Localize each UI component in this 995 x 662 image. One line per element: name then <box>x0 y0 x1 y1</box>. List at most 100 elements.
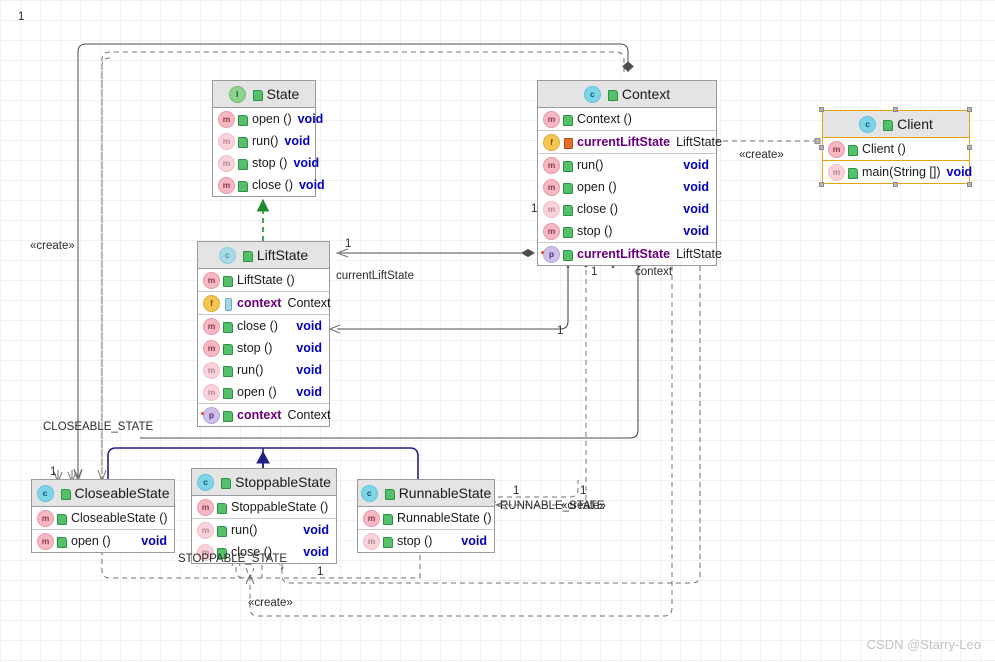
method-icon: m <box>203 271 220 289</box>
member-row[interactable]: m run() void <box>213 130 315 152</box>
public-visibility-icon <box>563 203 573 216</box>
member-return-type: void <box>296 319 322 333</box>
member-row[interactable]: p currentLiftState LiftState <box>538 243 722 265</box>
method-icon: m <box>363 509 380 527</box>
member-row[interactable]: m StoppableState () <box>192 496 336 518</box>
class-box-client[interactable]: c Client m Client () m main(String []) v… <box>822 110 972 184</box>
member-row[interactable]: m open () void <box>538 176 716 198</box>
member-row[interactable]: m RunnableState () <box>358 507 494 529</box>
class-methods-closeablestate: m open () void <box>32 529 174 552</box>
member-row[interactable]: m open () void <box>198 381 329 403</box>
member-row[interactable]: m stop () void <box>213 152 319 174</box>
member-row[interactable]: m close () void <box>538 198 716 220</box>
class-box-context[interactable]: c Context m Context () f currentLiftStat… <box>537 80 722 266</box>
selection-handle-e[interactable] <box>967 145 972 150</box>
selection-handle-nw[interactable] <box>819 107 824 112</box>
method-icon: m <box>197 521 214 539</box>
property-name: currentLiftState <box>577 247 671 261</box>
field-name: context <box>237 296 282 310</box>
member-row[interactable]: m open () void <box>32 530 174 552</box>
public-visibility-icon <box>223 364 233 377</box>
member-name: stop () <box>237 341 273 355</box>
member-name: RunnableState () <box>397 511 492 525</box>
member-name: StoppableState () <box>231 500 329 514</box>
selection-handle-s[interactable] <box>893 182 898 187</box>
member-return-type: void <box>296 341 322 355</box>
member-row[interactable]: m CloseableState () <box>32 507 174 529</box>
class-icon: c <box>360 484 378 502</box>
member-row[interactable]: f currentLiftState LiftState <box>538 131 722 153</box>
member-row[interactable]: m close () void <box>198 315 329 337</box>
class-methods-context: m run() void m open () void m close () v… <box>538 153 716 242</box>
class-icon: c <box>36 484 54 502</box>
selection-handle-sw[interactable] <box>819 182 824 187</box>
class-header-stoppablestate: c StoppableState <box>192 469 336 496</box>
uml-diagram-canvas[interactable]: I State m open () void m run() void m st… <box>0 0 995 662</box>
public-visibility-icon <box>217 524 227 537</box>
class-properties-context: p currentLiftState LiftState <box>538 242 722 265</box>
method-icon: m <box>218 110 235 128</box>
member-row[interactable]: m stop () void <box>538 220 716 242</box>
member-row[interactable]: m main(String []) void <box>823 161 972 183</box>
public-visibility-icon <box>883 118 894 131</box>
member-return-type: void <box>683 180 709 194</box>
class-title-client: Client <box>897 116 933 132</box>
public-visibility-icon <box>848 166 858 179</box>
edge-label-current-lift-state: currentLiftState <box>336 270 414 282</box>
class-box-stoppablestate[interactable]: c StoppableState m StoppableState () m r… <box>191 468 337 564</box>
class-title-runnablestate: RunnableState <box>398 485 492 501</box>
public-visibility-icon <box>563 248 573 261</box>
class-box-runnablestate[interactable]: c RunnableState m RunnableState () m sto… <box>357 479 495 553</box>
member-row[interactable]: m LiftState () <box>198 269 329 291</box>
edge-context-diamond-top <box>622 61 634 72</box>
member-return-type: void <box>683 224 709 238</box>
selection-handle-ne[interactable] <box>967 107 972 112</box>
member-row[interactable]: m run() void <box>192 519 336 541</box>
public-visibility-icon <box>223 320 233 333</box>
class-title-context: Context <box>621 86 671 102</box>
method-icon: m <box>203 383 220 401</box>
member-return-type: void <box>293 156 320 170</box>
member-row[interactable]: m run() void <box>538 154 716 176</box>
class-box-liftstate[interactable]: c LiftState m LiftState () f context Con… <box>197 241 331 427</box>
edge-label-create-runnable: «create» <box>561 500 606 512</box>
member-row[interactable]: m stop () void <box>358 530 494 552</box>
member-name: close () <box>237 319 278 333</box>
field-name: currentLiftState <box>577 135 671 149</box>
member-row[interactable]: m close () void <box>213 174 325 196</box>
public-visibility-icon <box>217 501 227 514</box>
method-icon: m <box>218 132 235 150</box>
member-name: Context () <box>577 112 632 126</box>
public-visibility-icon <box>60 487 71 500</box>
field-icon: f <box>203 294 220 312</box>
member-row[interactable]: m open () void <box>213 108 323 130</box>
property-icon: p <box>541 245 560 263</box>
edge-runnablestate-assoc <box>494 268 587 510</box>
selection-handle-se[interactable] <box>967 182 972 187</box>
class-title-liftstate: LiftState <box>256 247 309 263</box>
public-visibility-icon <box>383 535 393 548</box>
selection-handle-n[interactable] <box>893 107 898 112</box>
public-visibility-icon <box>563 113 573 126</box>
class-header-liftstate: c LiftState <box>198 242 329 269</box>
method-icon: m <box>543 110 560 128</box>
member-row[interactable]: m Client () <box>823 138 969 160</box>
public-visibility-icon <box>57 512 67 525</box>
member-row[interactable]: m Context () <box>538 108 716 130</box>
class-box-closeablestate[interactable]: c CloseableState m CloseableState () m o… <box>31 479 175 553</box>
class-header-state: I State <box>213 81 315 108</box>
member-name: run() <box>577 158 604 172</box>
member-row[interactable]: m run() void <box>198 359 329 381</box>
member-row[interactable]: p context Context <box>198 404 331 426</box>
public-visibility-icon <box>223 409 233 422</box>
member-row[interactable]: f context Context <box>198 292 331 314</box>
class-box-state[interactable]: I State m open () void m run() void m st… <box>212 80 325 197</box>
member-return-type: void <box>946 165 973 179</box>
member-name: close () <box>252 178 293 192</box>
edge-label-multiplicity: 1 <box>591 266 598 278</box>
method-icon: m <box>218 176 235 194</box>
member-row[interactable]: m stop () void <box>198 337 329 359</box>
selection-handle-w[interactable] <box>819 145 824 150</box>
public-visibility-icon <box>384 487 395 500</box>
class-title-stoppablestate: StoppableState <box>235 474 331 490</box>
